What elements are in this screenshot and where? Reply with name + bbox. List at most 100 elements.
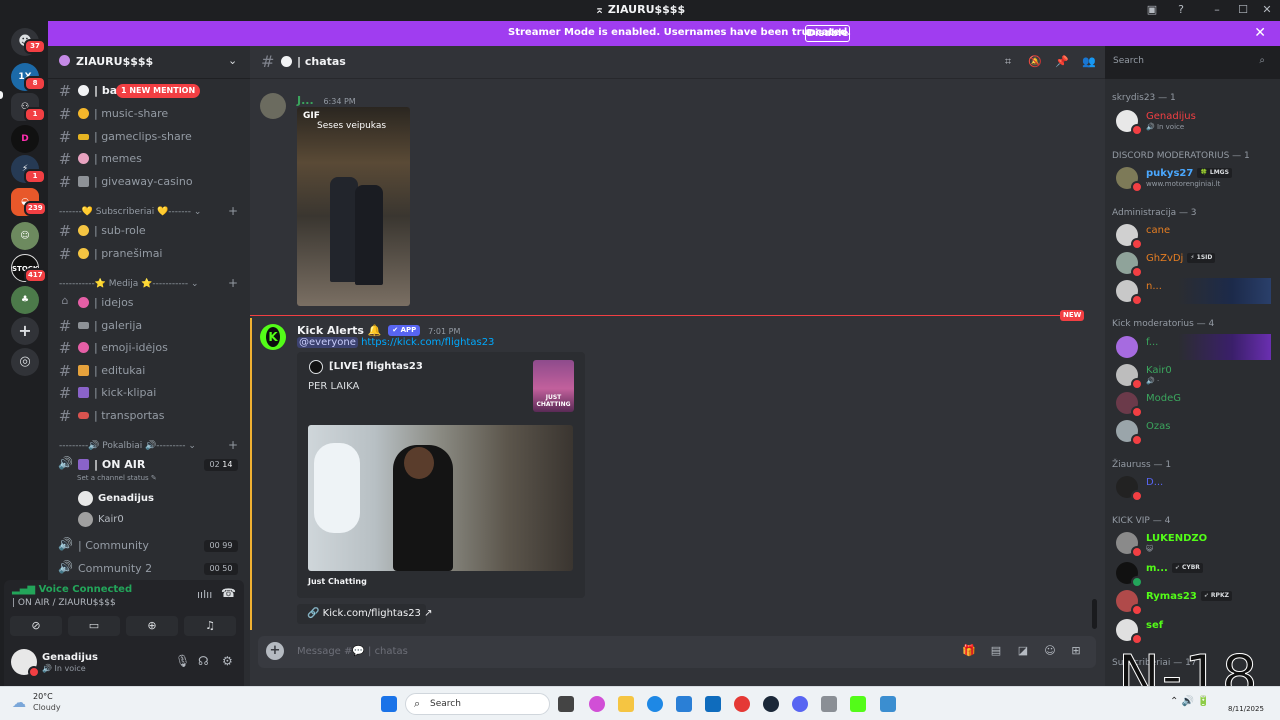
channel-sub-role[interactable]: # | sub-role	[58, 221, 244, 241]
camera-off-button[interactable]: ⊘	[10, 616, 62, 636]
channel-galerija[interactable]: # | galerija	[58, 316, 244, 336]
member-item[interactable]: Kair0 🔊 ·	[1116, 362, 1276, 390]
gear-icon[interactable]: ⚙	[222, 654, 233, 668]
member-item[interactable]: sef	[1116, 617, 1276, 645]
channel-idejos[interactable]: ⌂ | idejos	[58, 293, 244, 313]
channel-memes[interactable]: # | memes	[58, 149, 244, 169]
copilot-icon[interactable]	[589, 696, 605, 712]
apps-icon[interactable]: ⊞	[1069, 644, 1083, 658]
file-explorer-icon[interactable]	[618, 696, 634, 712]
snipping-tool-icon[interactable]	[821, 696, 837, 712]
category-media[interactable]: -----------⭐ Medija ⭐----------- ⌄	[59, 279, 199, 289]
steam-icon[interactable]	[763, 696, 779, 712]
chat-scrollbar[interactable]	[1092, 599, 1097, 629]
soundboard-button[interactable]: ♫	[184, 616, 236, 636]
voice-location[interactable]: | ON AIR / ZIAURU$$$$	[12, 598, 116, 608]
kick-taskbar-icon[interactable]	[850, 696, 866, 712]
inbox-icon[interactable]: ▣	[1145, 3, 1159, 17]
mute-bell-icon[interactable]: 🔕	[1028, 55, 1042, 69]
edge-icon[interactable]	[647, 696, 663, 712]
member-item[interactable]: pukys27 🍀 LMGS www.motorenginiai.lt	[1116, 165, 1276, 193]
gif-icon[interactable]: ▤	[989, 644, 1003, 658]
member-item[interactable]: Ozas	[1116, 418, 1276, 446]
channel-transportas[interactable]: # | transportas	[58, 406, 244, 426]
channel-emoji-idejos[interactable]: # | emoji-idėjos	[58, 338, 244, 358]
member-item[interactable]: ModeG	[1116, 390, 1276, 418]
channel-ba[interactable]: # | ba 1 NEW MENTION	[58, 81, 244, 101]
member-item[interactable]: f...	[1116, 334, 1271, 360]
message-author[interactable]: J...	[297, 94, 314, 107]
close-window-icon[interactable]: ✕	[1260, 3, 1274, 17]
threads-icon[interactable]: ⌗	[1001, 55, 1015, 69]
outlook-icon[interactable]	[705, 696, 721, 712]
member-item[interactable]: m... ➶ CYBR	[1116, 560, 1276, 588]
app-taskbar-icon[interactable]	[880, 696, 896, 712]
add-channel-icon[interactable]: +	[228, 276, 238, 290]
discord-taskbar-icon[interactable]	[792, 696, 808, 712]
chevron-down-icon[interactable]: ⌄	[228, 54, 237, 67]
new-mention-badge[interactable]: 1 NEW MENTION	[116, 84, 201, 98]
channel-pranesimai[interactable]: # | pranešimai	[58, 244, 244, 264]
stream-link[interactable]: https://kick.com/flightas23	[361, 337, 494, 348]
everyone-mention[interactable]: @everyone	[297, 337, 358, 348]
screen-share-button[interactable]: ▭	[68, 616, 120, 636]
close-banner-icon[interactable]: ✕	[1254, 25, 1266, 41]
avatar[interactable]	[260, 93, 286, 119]
taskbar-search[interactable]: ⌕ Search	[405, 693, 550, 715]
discover-icon[interactable]: ◎	[11, 348, 39, 376]
member-item[interactable]: cane	[1116, 222, 1276, 250]
chrome-icon[interactable]	[734, 696, 750, 712]
search-input[interactable]: Search ⌕	[1107, 52, 1270, 72]
server-icon-avatar[interactable]: ☺	[11, 222, 39, 250]
channel-music-share[interactable]: # | music-share	[58, 104, 244, 124]
guild-header[interactable]: ZIAURU$$$$ ⌄	[48, 46, 250, 79]
channel-kick-klipai[interactable]: # | kick-klipai	[58, 383, 244, 403]
voice-channel-on-air[interactable]: 🔊 | ON AIR 02 14	[58, 455, 244, 475]
attach-plus-icon[interactable]: +	[266, 642, 284, 660]
open-link-button[interactable]: 🔗 Kick.com/flightas23 ↗	[297, 604, 432, 624]
channel-status[interactable]: Set a channel status ✎	[77, 474, 157, 482]
member-item[interactable]: n...	[1116, 278, 1271, 306]
channel-gameclips-share[interactable]: # | gameclips-share	[58, 127, 244, 147]
add-server-icon[interactable]: +	[11, 317, 39, 345]
embed-preview-image[interactable]	[308, 425, 573, 571]
server-icon-d[interactable]: D	[11, 125, 39, 153]
minimize-icon[interactable]: –	[1210, 3, 1224, 17]
member-item[interactable]: Genadijus 🔊 In voice	[1116, 108, 1276, 136]
member-item[interactable]: GhZvDj ⚡ 1SID	[1116, 250, 1276, 278]
gift-icon[interactable]: 🎁	[962, 644, 976, 658]
store-icon[interactable]	[676, 696, 692, 712]
help-icon[interactable]: ?	[1174, 3, 1188, 17]
headphones-icon[interactable]: ☊	[198, 654, 209, 668]
add-channel-icon[interactable]: +	[228, 204, 238, 218]
tray-icons[interactable]: ⌃ 🔊 🔋	[1170, 696, 1210, 707]
members-icon[interactable]: 👥	[1082, 55, 1096, 69]
noise-suppression-icon[interactable]: ıılıı	[197, 588, 212, 601]
message-author[interactable]: Kick Alerts 🔔	[297, 324, 381, 337]
system-date[interactable]: 8/11/2025	[1228, 705, 1264, 713]
member-item[interactable]: Rymas23 ➶ RPKZ	[1116, 588, 1276, 616]
category-voice[interactable]: ---------🔊 Pokalbiai 🔊--------- ⌄	[59, 441, 196, 451]
channel-giveaway-casino[interactable]: # | giveaway-casino	[58, 172, 244, 192]
task-view-icon[interactable]	[558, 696, 574, 712]
start-menu-icon[interactable]	[381, 696, 397, 712]
gif-image[interactable]: GIF Seses veipukas	[297, 107, 410, 306]
voice-channel-community[interactable]: 🔊 | Community 00 99	[58, 536, 244, 556]
kick-avatar[interactable]: K	[260, 324, 286, 350]
embed-title[interactable]: [LIVE] flightas23	[329, 361, 423, 372]
activities-button[interactable]: ⊕	[126, 616, 178, 636]
weather-temp[interactable]: 20°C	[33, 692, 53, 701]
voice-channel-community-2[interactable]: 🔊 Community 2 00 50	[58, 559, 244, 579]
maximize-icon[interactable]: ☐	[1236, 3, 1250, 17]
disable-streamer-button[interactable]: Disable	[805, 25, 850, 42]
pin-icon[interactable]: 📌	[1055, 55, 1069, 69]
message-composer[interactable]: + Message #💬 | chatas 🎁 ▤ ◪ ☺ ⊞	[258, 636, 1096, 668]
category-subscribers[interactable]: -------💛 Subscriberiai 💛------- ⌄	[59, 207, 201, 217]
channel-editukai[interactable]: # | editukai	[58, 361, 244, 381]
message-input[interactable]: Message #💬 | chatas	[297, 646, 408, 657]
member-item[interactable]: D...	[1116, 474, 1276, 502]
member-item[interactable]: LUKENDZO 😺	[1116, 530, 1276, 558]
sticker-icon[interactable]: ◪	[1016, 644, 1030, 658]
microphone-icon[interactable]: 🎙	[175, 654, 190, 668]
emoji-icon[interactable]: ☺	[1043, 644, 1057, 658]
